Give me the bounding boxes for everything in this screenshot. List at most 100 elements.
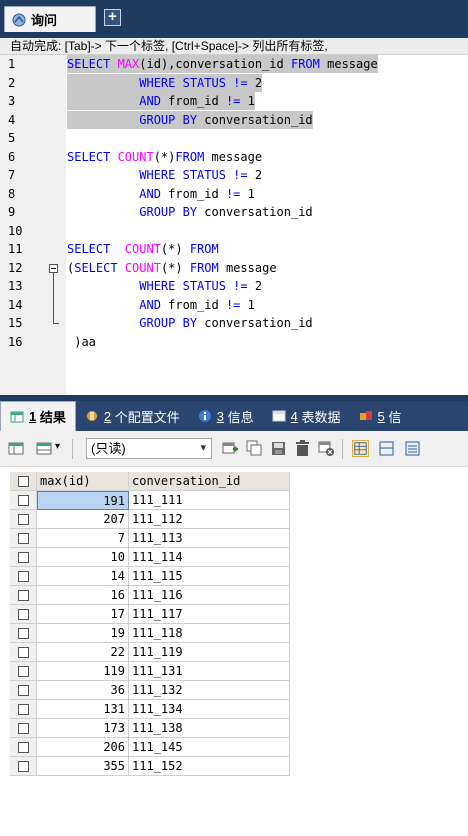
cell-max-id[interactable]: 206: [37, 738, 129, 757]
row-checkbox[interactable]: [18, 685, 29, 696]
form-mode-icon[interactable]: [378, 440, 395, 457]
cell-conversation-id[interactable]: 111_112: [129, 510, 290, 529]
row-checkbox-cell[interactable]: [10, 700, 37, 719]
sql-editor[interactable]: 1 SELECT MAX(id),conversation_id FROM mes…: [0, 55, 468, 395]
cell-conversation-id[interactable]: 111_134: [129, 700, 290, 719]
row-checkbox-cell[interactable]: [10, 662, 37, 681]
chevron-down-icon[interactable]: ▾: [55, 441, 60, 452]
code-text: WHERE STATUS != 2: [67, 277, 262, 295]
export-grid-icon[interactable]: [8, 440, 25, 457]
row-checkbox-cell[interactable]: [10, 681, 37, 700]
cell-max-id[interactable]: 173: [37, 719, 129, 738]
row-checkbox[interactable]: [18, 742, 29, 753]
row-checkbox[interactable]: [18, 571, 29, 582]
cell-max-id[interactable]: 16: [37, 586, 129, 605]
row-checkbox-cell[interactable]: [10, 757, 37, 776]
sql-text: 1: [247, 297, 255, 312]
cell-max-id[interactable]: 36: [37, 681, 129, 700]
row-checkbox-cell[interactable]: [10, 529, 37, 548]
row-checkbox[interactable]: [18, 552, 29, 563]
cell-max-id[interactable]: 19: [37, 624, 129, 643]
code-text: AND from_id != 1: [67, 185, 255, 203]
text-mode-icon[interactable]: [404, 440, 421, 457]
read-only-mode-select[interactable]: (只读) ▾: [86, 438, 212, 459]
cell-conversation-id[interactable]: 111_117: [129, 605, 290, 624]
duplicate-row-icon[interactable]: [246, 440, 263, 457]
cell-conversation-id[interactable]: 111_118: [129, 624, 290, 643]
row-checkbox[interactable]: [18, 666, 29, 677]
row-checkbox-cell[interactable]: [10, 643, 37, 662]
row-checkbox[interactable]: [18, 609, 29, 620]
tab-query[interactable]: 询问: [4, 6, 96, 32]
cell-max-id[interactable]: 7: [37, 529, 129, 548]
sql-text: 1: [247, 186, 255, 201]
cell-conversation-id[interactable]: 111_145: [129, 738, 290, 757]
grid-mode-icon[interactable]: [352, 440, 369, 457]
cell-max-id[interactable]: 355: [37, 757, 129, 776]
cell-conversation-id[interactable]: 111_131: [129, 662, 290, 681]
cell-max-id[interactable]: 22: [37, 643, 129, 662]
sql-keyword: !=: [225, 186, 248, 201]
cell-conversation-id[interactable]: 111_114: [129, 548, 290, 567]
row-checkbox-cell[interactable]: [10, 738, 37, 757]
cell-max-id[interactable]: 191: [37, 491, 129, 510]
cell-max-id[interactable]: 131: [37, 700, 129, 719]
cell-max-id[interactable]: 14: [37, 567, 129, 586]
row-checkbox-cell[interactable]: [10, 719, 37, 738]
cell-conversation-id[interactable]: 111_152: [129, 757, 290, 776]
row-checkbox[interactable]: [18, 590, 29, 601]
row-checkbox-cell[interactable]: [10, 605, 37, 624]
tab-table-data[interactable]: 4 表数据: [263, 401, 350, 431]
cell-conversation-id[interactable]: 111_132: [129, 681, 290, 700]
cell-conversation-id[interactable]: 111_116: [129, 586, 290, 605]
cell-conversation-id[interactable]: 111_111: [129, 491, 290, 510]
code-line: 1 SELECT MAX(id),conversation_id FROM mes…: [0, 55, 468, 74]
cell-max-id[interactable]: 119: [37, 662, 129, 681]
select-all-checkbox[interactable]: [18, 476, 29, 487]
grid-view-icon[interactable]: [36, 440, 53, 457]
code-line: 15 GROUP BY conversation_id: [0, 314, 468, 333]
code-line: 14 AND from_id != 1: [0, 296, 468, 315]
row-checkbox-cell[interactable]: [10, 548, 37, 567]
select-all-checkbox-cell[interactable]: [10, 472, 37, 491]
add-row-icon[interactable]: [222, 440, 239, 457]
row-checkbox[interactable]: [18, 495, 29, 506]
row-checkbox[interactable]: [18, 514, 29, 525]
fold-collapse-icon[interactable]: [49, 264, 58, 273]
tab-result[interactable]: 1 结果: [0, 401, 76, 431]
column-header-max-id[interactable]: max(id): [37, 472, 129, 491]
row-checkbox[interactable]: [18, 761, 29, 772]
cell-conversation-id[interactable]: 111_113: [129, 529, 290, 548]
row-checkbox[interactable]: [18, 628, 29, 639]
row-checkbox-cell[interactable]: [10, 586, 37, 605]
code-text: WHERE STATUS != 2: [67, 73, 263, 92]
cell-conversation-id[interactable]: 111_119: [129, 643, 290, 662]
discard-changes-icon[interactable]: [318, 440, 335, 457]
tab-profile[interactable]: 2 个配置文件: [76, 401, 189, 431]
add-tab-button[interactable]: +: [104, 9, 121, 26]
row-checkbox[interactable]: [18, 533, 29, 544]
row-checkbox-cell[interactable]: [10, 510, 37, 529]
sql-text: (*): [153, 149, 176, 164]
cell-conversation-id[interactable]: 111_138: [129, 719, 290, 738]
code-text: )aa: [67, 333, 96, 351]
row-checkbox-cell[interactable]: [10, 491, 37, 510]
row-checkbox[interactable]: [18, 723, 29, 734]
cell-max-id[interactable]: 207: [37, 510, 129, 529]
row-checkbox[interactable]: [18, 704, 29, 715]
code-text: GROUP BY conversation_id: [67, 314, 312, 332]
tab-history[interactable]: 5 信: [350, 401, 411, 431]
cell-conversation-id[interactable]: 111_115: [129, 567, 290, 586]
cell-max-id[interactable]: 10: [37, 548, 129, 567]
sql-keyword: SELECT: [67, 57, 118, 71]
cell-max-id[interactable]: 17: [37, 605, 129, 624]
column-header-conversation-id[interactable]: conversation_id: [129, 472, 290, 491]
save-icon[interactable]: [270, 440, 287, 457]
row-checkbox-cell[interactable]: [10, 567, 37, 586]
row-checkbox-cell[interactable]: [10, 624, 37, 643]
query-tab-bar: 询问 +: [0, 0, 468, 38]
delete-icon[interactable]: [294, 440, 311, 457]
row-checkbox[interactable]: [18, 647, 29, 658]
tab-info[interactable]: 3 信息: [189, 401, 263, 431]
